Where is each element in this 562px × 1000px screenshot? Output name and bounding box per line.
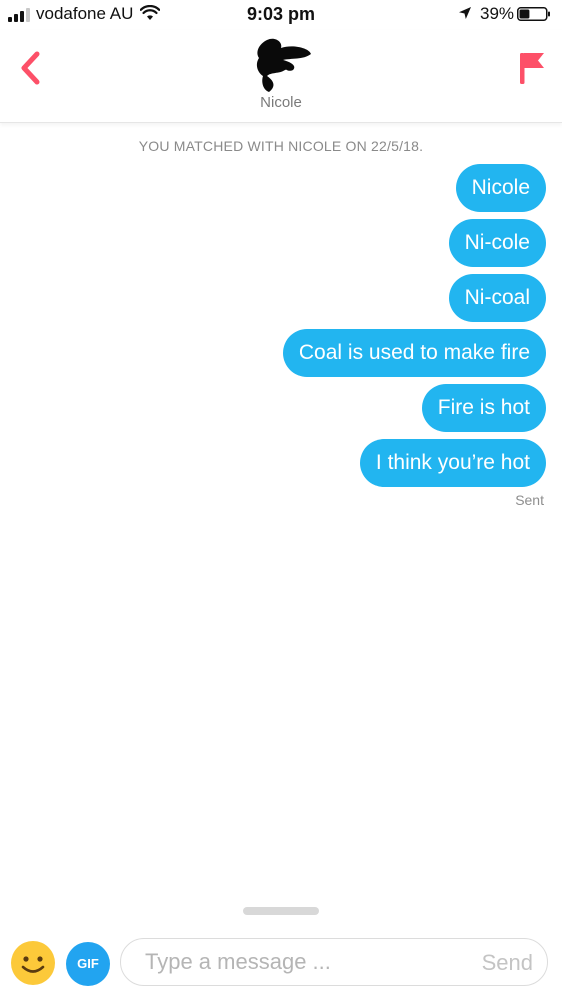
message-bubble[interactable]: Ni-coal: [448, 274, 546, 322]
location-arrow-icon: [459, 7, 471, 19]
send-button[interactable]: Send: [482, 950, 533, 976]
battery-percent: 39%: [480, 4, 515, 23]
message-composer: Send: [120, 938, 548, 986]
drag-handle[interactable]: [243, 907, 319, 915]
message-bubble[interactable]: I think you’re hot: [359, 439, 546, 487]
smiley-face-icon[interactable]: [10, 940, 56, 986]
battery-icon: [517, 7, 550, 21]
clock: 9:03 pm: [246, 4, 316, 24]
message-list: Nicole Ni-cole Ni-coal Coal is used to m…: [282, 164, 546, 508]
chevron-left-icon[interactable]: [14, 48, 48, 88]
sent-status: Sent: [515, 492, 544, 508]
message-bubble[interactable]: Coal is used to make fire: [282, 329, 546, 377]
avatar[interactable]: [253, 36, 313, 94]
chat-header: Nicole: [0, 30, 562, 123]
message-bubble[interactable]: Nicole: [455, 164, 546, 212]
message-bubble[interactable]: Fire is hot: [421, 384, 546, 432]
message-bubble[interactable]: Ni-cole: [448, 219, 546, 267]
message-input[interactable]: [145, 939, 445, 985]
flag-icon[interactable]: [516, 50, 548, 86]
match-date-notice: YOU MATCHED WITH NICOLE ON 22/5/18.: [138, 138, 424, 154]
status-bar: vodafone AU 9:03 pm 39%: [0, 0, 562, 30]
gif-button[interactable]: GIF: [66, 942, 110, 986]
match-name[interactable]: Nicole: [0, 94, 562, 111]
